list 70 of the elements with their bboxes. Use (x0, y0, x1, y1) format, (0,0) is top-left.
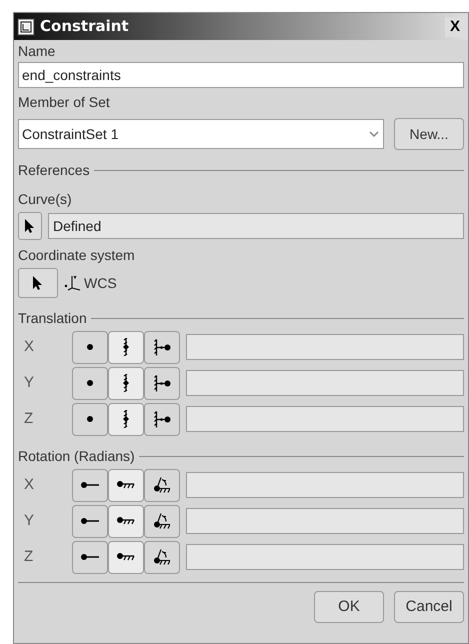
cursor-icon (24, 218, 36, 234)
dot-icon (87, 344, 93, 350)
axis-label: X (23, 474, 36, 495)
dialog-button[interactable]: OK (314, 591, 384, 623)
field-label: Coordinate system (18, 246, 136, 265)
wall-link-icon (154, 338, 170, 356)
select-button[interactable] (18, 268, 58, 298)
value-field[interactable] (186, 406, 464, 432)
coordinate-system-label: WCS (84, 274, 117, 292)
dot-icon (87, 416, 93, 422)
section-heading: Translation (18, 308, 87, 328)
rod-icon (80, 554, 100, 560)
name-field[interactable]: end_constraints (18, 62, 464, 88)
curves-field[interactable]: Defined (48, 213, 464, 239)
grounded-dot-icon (117, 481, 135, 489)
constraint-option-button[interactable] (108, 402, 144, 436)
constraint-option-button[interactable] (108, 366, 144, 400)
wall-link-icon (154, 410, 170, 428)
value-field[interactable] (186, 544, 464, 570)
window-icon (17, 18, 35, 36)
constraint-option-button[interactable] (108, 540, 144, 574)
constraint-option-button[interactable] (108, 468, 144, 502)
section-heading: References (18, 160, 90, 180)
angle-ground-icon (154, 513, 170, 529)
constraint-option-button[interactable] (144, 330, 180, 364)
constraint-option-button[interactable] (72, 402, 108, 436)
angle-ground-icon (154, 549, 170, 565)
constraint-option-button[interactable] (144, 540, 180, 574)
field-label: Name (18, 42, 56, 61)
axis-label: Z (23, 408, 34, 429)
value-field[interactable] (186, 472, 464, 498)
constraint-option-button[interactable] (72, 468, 108, 502)
value-field[interactable] (186, 370, 464, 396)
constraint-option-button[interactable] (144, 504, 180, 538)
constraint-option-button[interactable] (144, 468, 180, 502)
anchored-dot-icon (123, 410, 129, 428)
anchored-dot-icon (123, 338, 129, 356)
constraint-option-button[interactable] (72, 330, 108, 364)
constraint-option-button[interactable] (72, 366, 108, 400)
dialog-button[interactable]: Cancel (394, 591, 464, 623)
constraint-option-button[interactable] (108, 504, 144, 538)
wall-link-icon (154, 374, 170, 392)
constraint-option-button[interactable] (72, 504, 108, 538)
rod-icon (80, 518, 100, 524)
select-button[interactable] (18, 212, 42, 240)
field-label: Member of Set (18, 93, 111, 112)
angle-ground-icon (154, 477, 170, 493)
field-label: Curve(s) (18, 190, 73, 209)
chevron-down-icon (369, 130, 379, 138)
axis-label: X (23, 336, 36, 357)
value-field[interactable] (186, 334, 464, 360)
axis-label: Y (23, 372, 36, 393)
grounded-dot-icon (117, 517, 135, 525)
axis-label: Z (23, 546, 34, 567)
rod-icon (80, 482, 100, 488)
axes-icon (64, 274, 82, 292)
axis-label: Y (23, 510, 36, 531)
constraint-option-button[interactable] (72, 540, 108, 574)
grounded-dot-icon (117, 553, 135, 561)
window-title: Constraint (40, 16, 129, 38)
dot-icon (87, 380, 93, 386)
constraint-option-button[interactable] (108, 330, 144, 364)
set-dropdown[interactable]: ConstraintSet 1 (18, 119, 384, 149)
constraint-option-button[interactable] (144, 402, 180, 436)
constraint-option-button[interactable] (144, 366, 180, 400)
value-field[interactable] (186, 508, 464, 534)
cursor-icon (32, 275, 44, 291)
anchored-dot-icon (123, 374, 129, 392)
section-heading: Rotation (Radians) (18, 446, 135, 466)
new-button[interactable]: New... (394, 118, 464, 150)
